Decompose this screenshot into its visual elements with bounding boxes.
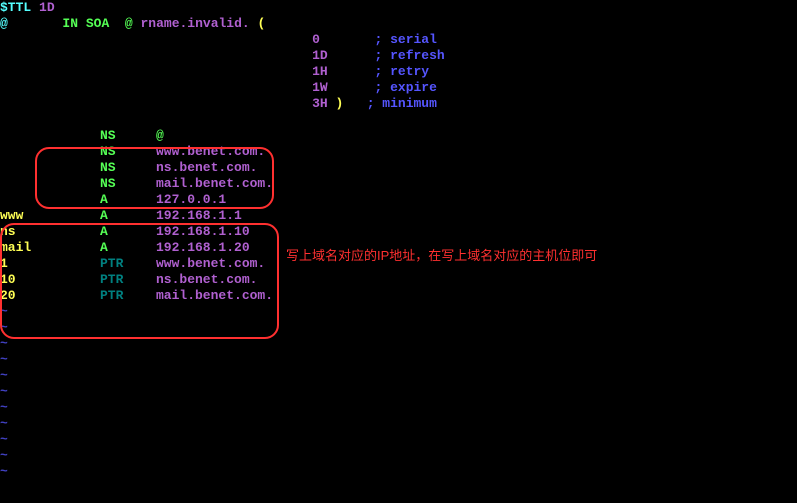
record-row: 20 PTRmail.benet.com.: [0, 288, 797, 304]
annotation-text: 写上域名对应的IP地址，在写上域名对应的主机位即可: [286, 248, 597, 264]
tilde-line: ~: [0, 320, 797, 336]
record-type: NS: [100, 160, 156, 176]
ttl-line: $TTL 1D: [0, 0, 797, 16]
soa-rparen: ): [335, 96, 343, 111]
record-row: NS@: [0, 128, 797, 144]
record-type: A: [100, 192, 156, 208]
tilde-line: ~: [0, 304, 797, 320]
tilde-line: ~: [0, 432, 797, 448]
record-row: 10 PTRns.benet.com.: [0, 272, 797, 288]
record-row: NSmail.benet.com.: [0, 176, 797, 192]
soa-comment: ; minimum: [367, 96, 437, 111]
ttl-key: $TTL: [0, 0, 31, 15]
soa-comment: ; refresh: [374, 48, 444, 63]
tilde-line: ~: [0, 336, 797, 352]
soa-at1: @: [0, 16, 8, 31]
soa-lparen: (: [258, 16, 266, 31]
record-type: NS: [100, 128, 156, 144]
blank-line: [0, 112, 797, 128]
soa-line: @ IN SOA @ rname.invalid. (: [0, 16, 797, 32]
record-value: 192.168.1.1: [156, 208, 242, 223]
record-row: www A192.168.1.1: [0, 208, 797, 224]
records-block: NS@NSwww.benet.com.NSns.benet.com.NSmail…: [0, 128, 797, 304]
tilde-line: ~: [0, 448, 797, 464]
record-value: 192.168.1.10: [156, 224, 250, 239]
record-type: PTR: [100, 288, 156, 304]
record-row: ns A192.168.1.10: [0, 224, 797, 240]
soa-param: 1W ; expire: [0, 80, 797, 96]
soa-param: 0 ; serial: [0, 32, 797, 48]
record-label: ns: [0, 224, 50, 240]
soa-param: 1H ; retry: [0, 64, 797, 80]
record-type: A: [100, 240, 156, 256]
soa-comment: ; serial: [374, 32, 436, 47]
tilde-line: ~: [0, 368, 797, 384]
record-type: A: [100, 208, 156, 224]
record-label: www: [0, 208, 50, 224]
record-type: PTR: [100, 256, 156, 272]
record-label: mail: [0, 240, 50, 256]
soa-at2: @: [125, 16, 133, 31]
soa-param: 1D ; refresh: [0, 48, 797, 64]
record-value: ns.benet.com.: [156, 160, 257, 175]
tilde-line: ~: [0, 464, 797, 480]
soa-comment: ; retry: [374, 64, 429, 79]
record-type: NS: [100, 144, 156, 160]
soa-admin: rname.invalid.: [140, 16, 249, 31]
soa-val: 1H: [312, 64, 328, 79]
record-value: www.benet.com.: [156, 256, 265, 271]
soa-type: SOA: [86, 16, 109, 31]
soa-val: 1W: [312, 80, 328, 95]
record-value: mail.benet.com.: [156, 288, 273, 303]
record-type: A: [100, 224, 156, 240]
record-row: NSwww.benet.com.: [0, 144, 797, 160]
record-value: ns.benet.com.: [156, 272, 257, 287]
tilde-block: ~~~~~~~~~~~: [0, 304, 797, 480]
record-value: @: [156, 128, 164, 143]
record-value: www.benet.com.: [156, 144, 265, 159]
tilde-line: ~: [0, 416, 797, 432]
record-row: A127.0.0.1: [0, 192, 797, 208]
soa-in: IN: [62, 16, 78, 31]
tilde-line: ~: [0, 352, 797, 368]
soa-val: 0: [312, 32, 320, 47]
ttl-val: 1D: [39, 0, 55, 15]
soa-val: 1D: [312, 48, 328, 63]
soa-param: 3H ) ; minimum: [0, 96, 797, 112]
record-label: 1: [0, 256, 50, 272]
record-type: NS: [100, 176, 156, 192]
record-value: mail.benet.com.: [156, 176, 273, 191]
tilde-line: ~: [0, 384, 797, 400]
record-label: 20: [0, 288, 50, 304]
record-row: NSns.benet.com.: [0, 160, 797, 176]
soa-comment: ; expire: [374, 80, 436, 95]
tilde-line: ~: [0, 400, 797, 416]
record-value: 192.168.1.20: [156, 240, 250, 255]
soa-val: 3H: [312, 96, 328, 111]
record-label: 10: [0, 272, 50, 288]
record-type: PTR: [100, 272, 156, 288]
record-value: 127.0.0.1: [156, 192, 226, 207]
